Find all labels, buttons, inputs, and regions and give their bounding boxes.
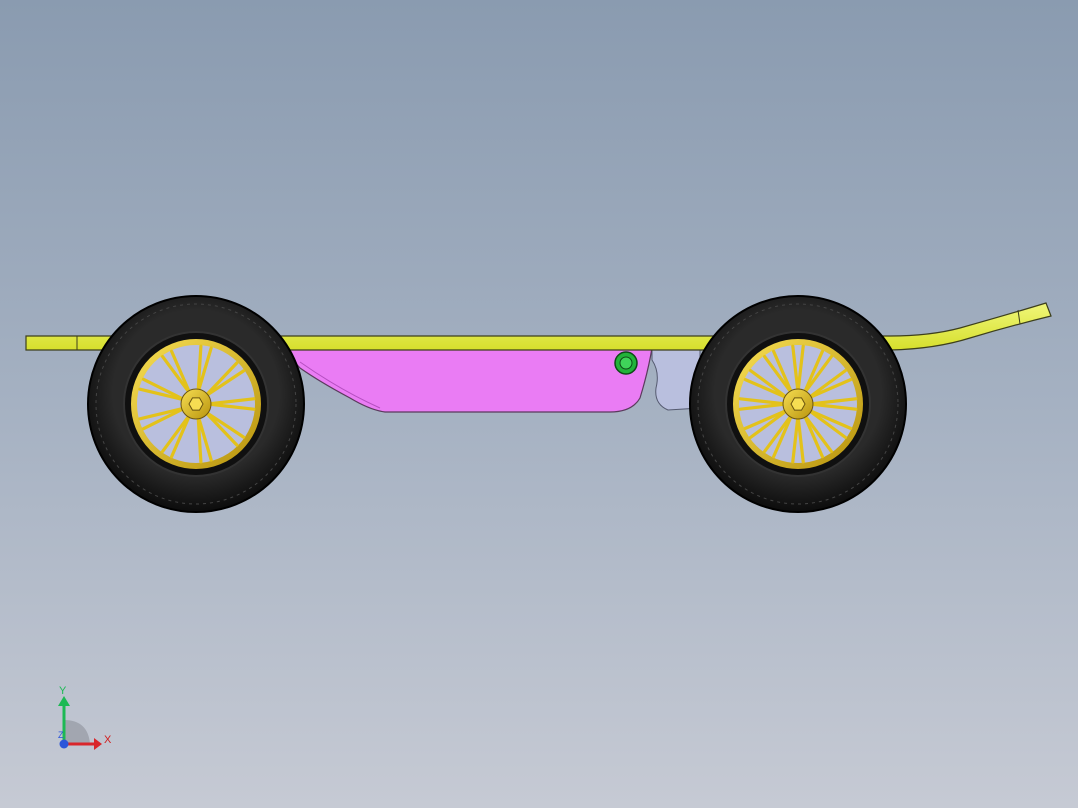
skateboard-model[interactable] <box>0 0 1078 808</box>
power-knob[interactable] <box>614 351 638 375</box>
hub-nut <box>790 397 806 411</box>
z-axis-label: Z <box>58 730 64 740</box>
y-axis-label: Y <box>59 685 67 697</box>
x-axis-label: X <box>104 734 112 746</box>
z-axis-dot <box>59 739 69 749</box>
triad-shade <box>64 720 90 744</box>
front-wheel[interactable] <box>689 295 907 513</box>
cad-viewport[interactable]: Y X Z <box>0 0 1078 808</box>
motor-housing <box>280 347 653 413</box>
coordinate-triad: Y X Z <box>58 685 112 750</box>
x-axis-head <box>94 738 102 750</box>
rear-wheel[interactable] <box>87 295 305 513</box>
y-axis-head <box>58 696 70 706</box>
hub-nut <box>188 397 204 411</box>
